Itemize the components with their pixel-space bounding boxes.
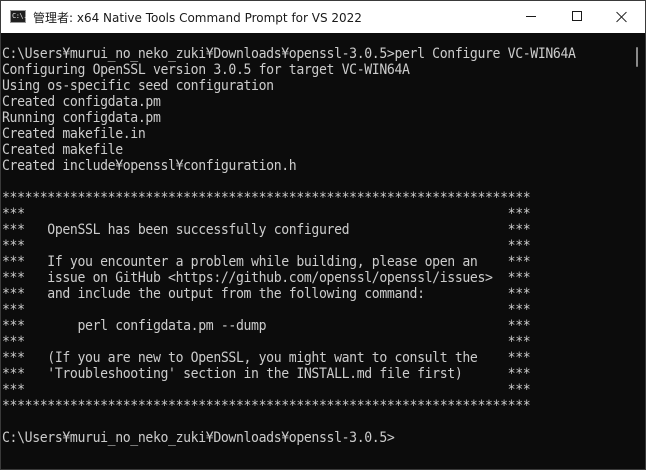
vertical-scrollbar[interactable] xyxy=(631,33,645,469)
console-line: *** OpenSSL has been successfully config… xyxy=(2,222,531,238)
console-line: Configuring OpenSSL version 3.0.5 for ta… xyxy=(2,62,410,78)
console-line: *** 'Troubleshooting' section in the INS… xyxy=(2,366,531,382)
console-line: *** and include the output from the foll… xyxy=(2,286,531,302)
close-button[interactable] xyxy=(600,1,645,33)
minimize-button[interactable] xyxy=(508,1,554,33)
maximize-button[interactable] xyxy=(554,1,600,33)
cmd-icon[interactable]: C:\. xyxy=(10,10,27,23)
console-line: Running configdata.pm xyxy=(2,110,161,126)
console-line: Using os-specific seed configuration xyxy=(2,78,274,94)
title-bar[interactable]: C:\. 管理者: x64 Native Tools Command Promp… xyxy=(1,1,645,33)
console-lines: C:\Users¥murui_no_neko_zuki¥Downloads¥op… xyxy=(2,46,612,446)
console-line: *** (If you are new to OpenSSL, you migh… xyxy=(2,350,531,366)
console-line: *** *** xyxy=(2,238,531,254)
console-line: *** issue on GitHub <https://github.com/… xyxy=(2,270,531,286)
scrollbar-thumb[interactable] xyxy=(636,47,638,67)
console-line: *** *** xyxy=(2,302,531,318)
console-line: Created makefile xyxy=(2,142,123,158)
console-line: *** *** xyxy=(2,206,531,222)
console-line: Created include¥openssl¥configuration.h xyxy=(2,158,297,174)
console-line: *** *** xyxy=(2,334,531,350)
console-line: C:\Users¥murui_no_neko_zuki¥Downloads¥op… xyxy=(2,46,576,62)
window-title: 管理者: x64 Native Tools Command Prompt for… xyxy=(33,11,362,25)
close-icon xyxy=(616,11,628,23)
cmd-icon-text: C:\. xyxy=(12,12,27,20)
console-line: Created configdata.pm xyxy=(2,94,161,110)
minimize-icon xyxy=(526,16,536,17)
console-line: *** If you encounter a problem while bui… xyxy=(2,254,531,270)
console-line: ****************************************… xyxy=(2,190,531,206)
console-line: *** *** xyxy=(2,382,531,398)
console-line: *** perl configdata.pm --dump *** xyxy=(2,318,531,334)
maximize-icon xyxy=(572,11,582,21)
console-output[interactable]: C:\Users¥murui_no_neko_zuki¥Downloads¥op… xyxy=(1,33,631,469)
console-line: C:\Users¥murui_no_neko_zuki¥Downloads¥op… xyxy=(2,430,395,446)
terminal-window: C:\. 管理者: x64 Native Tools Command Promp… xyxy=(0,0,646,470)
console-line: Created makefile.in xyxy=(2,126,146,142)
console-line: ****************************************… xyxy=(2,398,531,414)
